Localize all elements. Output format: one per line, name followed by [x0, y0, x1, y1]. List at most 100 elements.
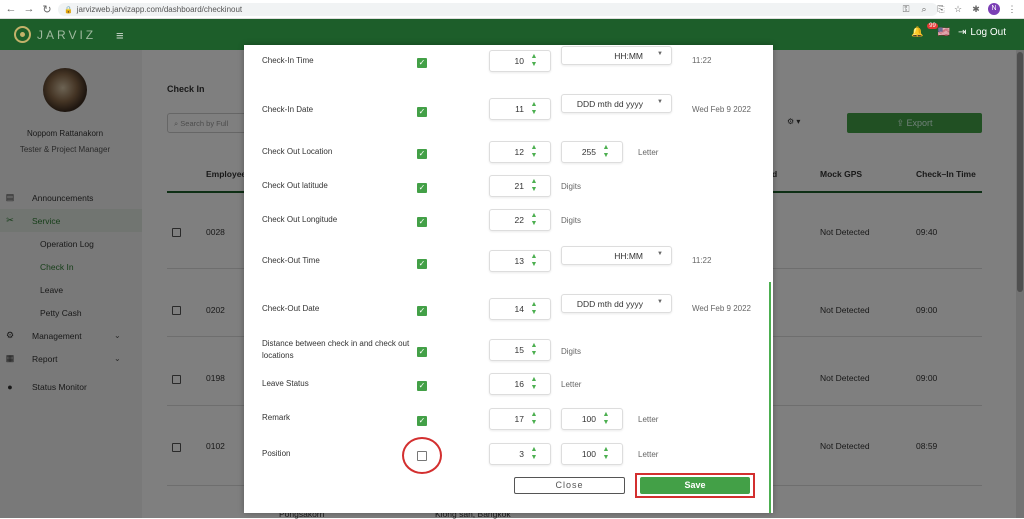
field-checkbox[interactable]: ✓ [417, 381, 427, 391]
notification-badge: 99 [927, 23, 938, 29]
stepper-arrows-icon[interactable]: ▲ ▼ [530, 144, 538, 160]
field-hint: Letter [638, 415, 659, 424]
format-select[interactable]: DDD mth dd yyyy ▼ [561, 294, 672, 313]
lock-icon: 🔒 [64, 6, 73, 14]
stepper-arrows-icon[interactable]: ▲ ▼ [602, 446, 610, 462]
format-value: DDD mth dd yyyy [576, 99, 643, 109]
field-hint: 11:22 [692, 256, 712, 265]
flag-icon[interactable]: 🇺🇸 [938, 27, 950, 38]
close-button[interactable]: Close [514, 477, 625, 494]
field-hint: Wed Feb 9 2022 [692, 105, 752, 114]
format-select[interactable]: DDD mth dd yyyy ▼ [561, 94, 672, 113]
order-stepper[interactable]: 10 ▲ ▼ [489, 50, 551, 72]
logout-button[interactable]: Log Out [970, 27, 1006, 38]
field-label: Position [262, 449, 291, 458]
stepper-arrows-icon[interactable]: ▲ ▼ [530, 101, 538, 117]
url-text: jarvizweb.jarvizapp.com/dashboard/checki… [76, 5, 243, 14]
order-stepper[interactable]: 15 ▲ ▼ [489, 339, 551, 361]
field-hint: Letter [638, 450, 659, 459]
field-checkbox[interactable]: ✓ [417, 149, 427, 159]
back-icon[interactable]: ← [4, 2, 18, 16]
length-value: 100 [581, 414, 596, 424]
order-value: 10 [514, 56, 524, 66]
field-hint: Digits [561, 347, 582, 356]
format-value: HH:MM [614, 251, 643, 261]
brand-logo[interactable]: JARVIZ [14, 26, 96, 43]
stepper-arrows-icon[interactable]: ▲ ▼ [530, 446, 538, 462]
field-label: Check Out latitude [262, 181, 328, 190]
stepper-arrows-icon[interactable]: ▲ ▼ [530, 178, 538, 194]
stepper-arrows-icon[interactable]: ▲ ▼ [530, 253, 538, 269]
order-value: 12 [514, 147, 524, 157]
stepper-arrows-icon[interactable]: ▲ ▼ [530, 411, 538, 427]
length-stepper[interactable]: 255 ▲ ▼ [561, 141, 623, 163]
hamburger-menu-icon[interactable]: ≡ [116, 28, 124, 43]
order-stepper[interactable]: 13 ▲ ▼ [489, 250, 551, 272]
field-checkbox[interactable]: ✓ [417, 259, 427, 269]
caret-down-icon: ▼ [657, 299, 663, 305]
field-hint: Digits [561, 182, 582, 191]
order-stepper[interactable]: 14 ▲ ▼ [489, 298, 551, 320]
order-stepper[interactable]: 21 ▲ ▼ [489, 175, 551, 197]
address-bar[interactable]: 🔒 jarvizweb.jarvizapp.com/dashboard/chec… [58, 3, 938, 16]
field-label: Check-Out Date [262, 304, 320, 313]
menu-dots-icon[interactable]: ⋮ [1006, 3, 1018, 15]
modal-scrollbar[interactable] [769, 282, 771, 513]
field-checkbox[interactable]: ✓ [417, 416, 427, 426]
highlight-circle [402, 437, 442, 474]
reload-icon[interactable]: ↻ [40, 2, 54, 16]
field-label: Leave Status [262, 379, 309, 388]
stepper-arrows-icon[interactable]: ▲ ▼ [530, 376, 538, 392]
order-stepper[interactable]: 3 ▲ ▼ [489, 443, 551, 465]
order-value: 13 [514, 256, 524, 266]
caret-down-icon: ▼ [657, 99, 663, 105]
order-stepper[interactable]: 11 ▲ ▼ [489, 98, 551, 120]
field-label: Check-In Date [262, 105, 314, 114]
field-checkbox[interactable]: ✓ [417, 217, 427, 227]
field-checkbox[interactable]: ✓ [417, 107, 427, 117]
save-button[interactable]: Save [640, 477, 750, 494]
logout-icon[interactable]: ⇥ [958, 27, 966, 38]
star-icon[interactable]: ☆ [952, 3, 964, 15]
stepper-arrows-icon[interactable]: ▲ ▼ [602, 144, 610, 160]
zoom-icon[interactable]: ⌕ [918, 3, 930, 15]
profile-avatar[interactable]: N [988, 3, 1000, 15]
bell-icon[interactable]: 🔔 99 [911, 23, 938, 38]
format-select[interactable]: HH:MM ▼ [561, 46, 672, 65]
order-stepper[interactable]: 22 ▲ ▼ [489, 209, 551, 231]
length-stepper[interactable]: 100 ▲ ▼ [561, 443, 623, 465]
order-value: 3 [519, 449, 524, 459]
logo-icon [14, 26, 31, 43]
field-checkbox[interactable]: ✓ [417, 183, 427, 193]
stepper-arrows-icon[interactable]: ▲ ▼ [602, 411, 610, 427]
stepper-arrows-icon[interactable]: ▲ ▼ [530, 342, 538, 358]
caret-down-icon: ▼ [657, 251, 663, 257]
field-hint: Letter [561, 380, 582, 389]
order-stepper[interactable]: 12 ▲ ▼ [489, 141, 551, 163]
key-icon[interactable]: ⚿ [900, 3, 912, 15]
brand-name: JARVIZ [37, 27, 97, 42]
format-select[interactable]: HH:MM ▼ [561, 246, 672, 265]
length-stepper[interactable]: 100 ▲ ▼ [561, 408, 623, 430]
field-checkbox[interactable]: ✓ [417, 347, 427, 357]
extensions-icon[interactable]: ✱ [970, 3, 982, 15]
stepper-arrows-icon[interactable]: ▲ ▼ [530, 301, 538, 317]
forward-icon[interactable]: → [22, 2, 36, 16]
field-label: Check Out Longitude [262, 215, 338, 224]
field-hint: Letter [638, 148, 659, 157]
field-checkbox[interactable]: ✓ [417, 58, 427, 68]
order-value: 14 [514, 304, 524, 314]
field-label: Check-Out Time [262, 256, 320, 265]
stepper-arrows-icon[interactable]: ▲ ▼ [530, 212, 538, 228]
field-label: Check-In Time [262, 56, 314, 65]
order-value: 11 [515, 104, 524, 114]
field-hint: 11:22 [692, 56, 712, 65]
share-icon[interactable]: ⎘ [935, 3, 947, 15]
order-value: 21 [514, 181, 524, 191]
length-value: 100 [581, 449, 596, 459]
field-checkbox[interactable]: ✓ [417, 306, 427, 316]
field-label: Distance between check in and check out … [262, 339, 410, 360]
order-stepper[interactable]: 17 ▲ ▼ [489, 408, 551, 430]
stepper-arrows-icon[interactable]: ▲ ▼ [530, 53, 538, 69]
order-stepper[interactable]: 16 ▲ ▼ [489, 373, 551, 395]
